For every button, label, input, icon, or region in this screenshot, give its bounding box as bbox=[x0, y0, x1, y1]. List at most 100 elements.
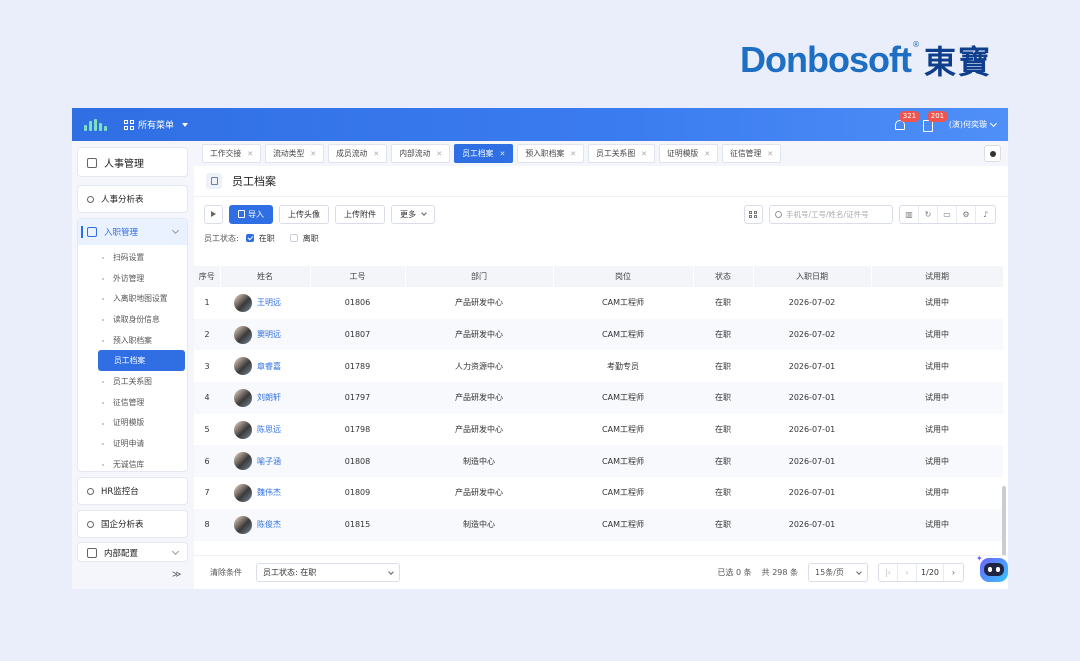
person-icon bbox=[87, 195, 94, 203]
table-row[interactable]: 8 陈俊杰 01815 制造中心 CAM工程师 在职 2026-07-01 试用中 bbox=[194, 508, 1003, 541]
chevron-down-icon bbox=[171, 226, 180, 235]
grid-view-button[interactable] bbox=[744, 204, 763, 224]
table-row[interactable]: 5 陈思远 01798 产品研发中心 CAM工程师 在职 2026-07-01 试用中 bbox=[194, 414, 1003, 446]
sidebar-subitem-scan-settings[interactable]: 扫码设置 bbox=[78, 247, 187, 268]
filter-select[interactable]: 员工状态: 在职 bbox=[256, 563, 400, 582]
sidebar-item-onboarding[interactable]: 入职管理 bbox=[78, 219, 187, 245]
sidebar-item-hr-monitor[interactable]: HR监控台 bbox=[77, 477, 188, 505]
table-row[interactable]: 1 王明远 01806 产品研发中心 CAM工程师 在职 2026-07-02 试用中 bbox=[194, 287, 1003, 319]
sidebar-subitem-certificate-request[interactable]: 证明申请 bbox=[78, 433, 187, 454]
upload-attachment-button[interactable]: 上传附件 bbox=[335, 204, 385, 224]
first-page-button[interactable]: |‹ bbox=[879, 564, 899, 581]
tab-relationship-graph[interactable]: 员工关系图 ✕ bbox=[588, 144, 656, 163]
table-row[interactable]: 7 魏伟杰 01809 产品研发中心 CAM工程师 在职 2026-07-01 试用中 bbox=[194, 477, 1003, 509]
ai-assistant-icon[interactable]: ✦ bbox=[976, 554, 1008, 584]
sidebar-module-header[interactable]: 人事管理 bbox=[77, 147, 188, 177]
sidebar-subitem-dishonesty-list[interactable]: 无诚信库 bbox=[78, 454, 187, 475]
tab-pre-onboarding[interactable]: 预入职档案 ✕ bbox=[517, 144, 585, 163]
column-header[interactable]: 岗位 bbox=[553, 266, 694, 287]
next-page-button[interactable]: › bbox=[944, 564, 963, 581]
tab-credit-management[interactable]: 征信管理 ✕ bbox=[722, 144, 782, 163]
chart-icon[interactable]: ▥ bbox=[900, 205, 919, 223]
collapse-sidebar-icon[interactable]: ≫ bbox=[172, 570, 182, 580]
import-button[interactable]: 导入 bbox=[229, 204, 273, 224]
brand-name: Donbosoft bbox=[740, 39, 912, 80]
employee-table: 序号 姓名 工号 部门 岗位 状态 入职日期 试用期 1 王明远 01806 产品研发中心 CAM工程… bbox=[194, 266, 1008, 556]
tab-options-button[interactable] bbox=[984, 145, 1001, 162]
play-icon bbox=[211, 211, 216, 217]
employee-name-link[interactable]: 章睿嘉 bbox=[257, 361, 281, 372]
sidebar-item-internal-config[interactable]: 内部配置 bbox=[77, 542, 188, 562]
run-button[interactable] bbox=[204, 204, 223, 224]
tab-internal-flow[interactable]: 内部流动 ✕ bbox=[391, 144, 451, 163]
sidebar-subitem-map-settings[interactable]: 入离职地图设置 bbox=[78, 288, 187, 309]
sidebar-item-hr-analysis[interactable]: 人事分析表 bbox=[77, 185, 188, 213]
table-cell: 人力资源中心 bbox=[455, 361, 503, 371]
sidebar-subitem-visit-management[interactable]: 外访管理 bbox=[78, 268, 187, 289]
filter-left-checkbox[interactable]: 离职 bbox=[289, 233, 319, 244]
table-cell: 试用中 bbox=[871, 318, 1003, 351]
chevron-down-icon bbox=[989, 119, 998, 127]
sidebar-subitem-read-id[interactable]: 读取身份信息 bbox=[78, 309, 187, 330]
sidebar-item-soe-analysis[interactable]: 国企分析表 bbox=[77, 510, 188, 538]
sidebar-subitem-credit-management[interactable]: 征信管理 bbox=[78, 392, 187, 413]
column-header[interactable]: 入职日期 bbox=[753, 266, 872, 287]
page-file-icon bbox=[206, 173, 222, 189]
search-input[interactable]: 手机号/工号/姓名/证件号 bbox=[769, 204, 893, 224]
sidebar-title: 人事管理 bbox=[104, 159, 144, 170]
column-header[interactable]: 试用期 bbox=[871, 266, 1004, 287]
close-icon: ✕ bbox=[641, 149, 648, 158]
close-icon: ✕ bbox=[499, 149, 506, 158]
all-menu-button[interactable]: 所有菜单 bbox=[124, 118, 189, 131]
clear-filters-button[interactable]: 清除条件 bbox=[210, 567, 242, 578]
table-row[interactable]: 6 喻子涵 01808 制造中心 CAM工程师 在职 2026-07-01 试用中 bbox=[194, 445, 1003, 478]
user-menu[interactable]: (演)何奕璇 bbox=[948, 119, 998, 130]
page-size-select[interactable]: 15条/页 bbox=[808, 563, 869, 582]
name-cell: 章睿嘉 bbox=[220, 350, 310, 382]
employee-name-link[interactable]: 陈思远 bbox=[257, 424, 281, 435]
column-header[interactable]: 部门 bbox=[405, 266, 554, 287]
user-name: (演)何奕璇 bbox=[948, 120, 987, 129]
column-header[interactable]: 序号 bbox=[194, 266, 221, 287]
sidebar-subitem-pre-onboarding[interactable]: 预入职档案 bbox=[78, 330, 187, 351]
todo-document-icon[interactable]: 201 bbox=[921, 110, 949, 132]
column-header[interactable]: 工号 bbox=[310, 266, 406, 287]
more-button[interactable]: 更多 bbox=[391, 204, 435, 224]
refresh-icon[interactable]: ↻ bbox=[919, 205, 938, 223]
microphone-icon[interactable]: ♪ bbox=[976, 206, 995, 223]
notification-bell-icon[interactable]: 321 bbox=[893, 110, 921, 131]
table-row[interactable]: 2 窦明远 01807 产品研发中心 CAM工程师 在职 2026-07-02 试用中 bbox=[194, 318, 1003, 351]
column-header[interactable]: 姓名 bbox=[220, 266, 311, 287]
chevron-down-icon bbox=[388, 568, 394, 575]
tab-certificate-template[interactable]: 证明模版 ✕ bbox=[659, 144, 719, 163]
tab-member-flow[interactable]: 成员流动 ✕ bbox=[328, 144, 388, 163]
table-cell: 在职 bbox=[693, 508, 753, 541]
table-row[interactable]: 4 刘朗轩 01797 产品研发中心 CAM工程师 在职 2026-07-01 试用中 bbox=[194, 382, 1003, 414]
employee-name-link[interactable]: 魏伟杰 bbox=[257, 487, 281, 498]
sidebar-subitem-employee-files[interactable]: 员工档案 bbox=[98, 350, 185, 372]
column-header[interactable]: 状态 bbox=[693, 266, 754, 287]
table-cell: 2026-07-01 bbox=[788, 361, 836, 371]
employee-name-link[interactable]: 王明远 bbox=[257, 297, 281, 308]
tab-flow-type[interactable]: 流动类型 ✕ bbox=[265, 144, 325, 163]
sidebar-subitem-relationship-graph[interactable]: 员工关系图 bbox=[78, 371, 187, 392]
table-cell: 在职 bbox=[693, 318, 753, 351]
table-cell: 试用中 bbox=[871, 445, 1003, 478]
sidebar: 人事管理 人事分析表 入职管理 扫码设置 外访管理 入离职地图设置 读取身份信息… bbox=[72, 141, 194, 589]
employee-name-link[interactable]: 喻子涵 bbox=[257, 456, 281, 467]
vertical-scrollbar[interactable] bbox=[1002, 486, 1006, 556]
settings-icon[interactable]: ⚙ bbox=[957, 205, 976, 223]
employee-name-link[interactable]: 陈俊杰 bbox=[257, 519, 281, 530]
name-cell: 魏伟杰 bbox=[220, 477, 310, 509]
employee-name-link[interactable]: 窦明远 bbox=[257, 329, 281, 340]
upload-avatar-button[interactable]: 上传头像 bbox=[279, 204, 329, 224]
table-cell: 产品研发中心 bbox=[455, 488, 503, 498]
employee-name-link[interactable]: 刘朗轩 bbox=[257, 392, 281, 403]
sidebar-subitem-certificate-template[interactable]: 证明模版 bbox=[78, 413, 187, 434]
tab-handover[interactable]: 工作交接 ✕ bbox=[202, 144, 262, 163]
table-row[interactable]: 3 章睿嘉 01789 人力资源中心 考勤专员 在职 2026-07-01 试用中 bbox=[194, 350, 1003, 382]
prev-page-button[interactable]: ‹ bbox=[898, 564, 918, 581]
export-icon[interactable]: ▭ bbox=[938, 205, 957, 223]
filter-active-checkbox[interactable]: 在职 bbox=[245, 233, 275, 244]
tab-employee-files[interactable]: 员工档案 ✕ bbox=[454, 144, 514, 163]
